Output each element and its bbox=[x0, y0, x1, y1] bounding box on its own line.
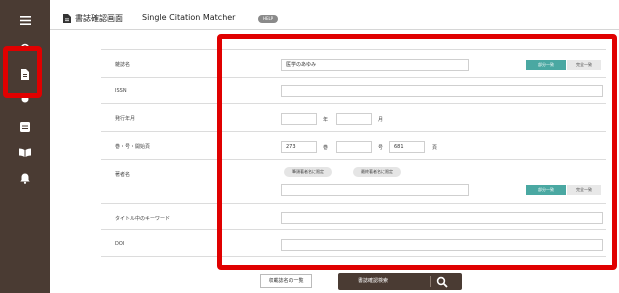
doi-label: DOI bbox=[115, 241, 125, 247]
journal-label: 雑誌名 bbox=[115, 62, 131, 68]
help-badge[interactable]: HELP bbox=[258, 15, 279, 23]
vol-issue-page-label: 巻・号・開始頁 bbox=[115, 144, 151, 150]
sidebar-highlight-box bbox=[3, 46, 42, 98]
sidebar bbox=[0, 0, 50, 293]
document-small-icon bbox=[63, 14, 71, 23]
menu-icon[interactable] bbox=[17, 13, 33, 27]
journal-list-button[interactable]: 収載誌名の一覧 bbox=[260, 274, 312, 288]
page-title: 書誌確認画面 bbox=[75, 14, 123, 23]
pubdate-label: 発行年月 bbox=[115, 116, 136, 122]
header: 書誌確認画面 Single Citation Matcher HELP bbox=[50, 0, 619, 30]
issn-label: ISSN bbox=[115, 88, 127, 94]
author-label: 著者名 bbox=[115, 172, 131, 178]
book-icon[interactable] bbox=[17, 145, 33, 159]
keyword-label: タイトル中のキーワード bbox=[115, 216, 171, 222]
card-icon[interactable] bbox=[17, 120, 33, 134]
search-button-label: 書誌確認検索 bbox=[358, 278, 389, 284]
form-highlight-box bbox=[217, 34, 617, 270]
magnifier-icon bbox=[436, 276, 448, 288]
search-button-divider bbox=[430, 276, 431, 287]
search-button[interactable]: 書誌確認検索 bbox=[338, 273, 462, 290]
bell-icon[interactable] bbox=[17, 171, 33, 185]
tab-single-citation-matcher[interactable]: Single Citation Matcher bbox=[142, 13, 235, 22]
